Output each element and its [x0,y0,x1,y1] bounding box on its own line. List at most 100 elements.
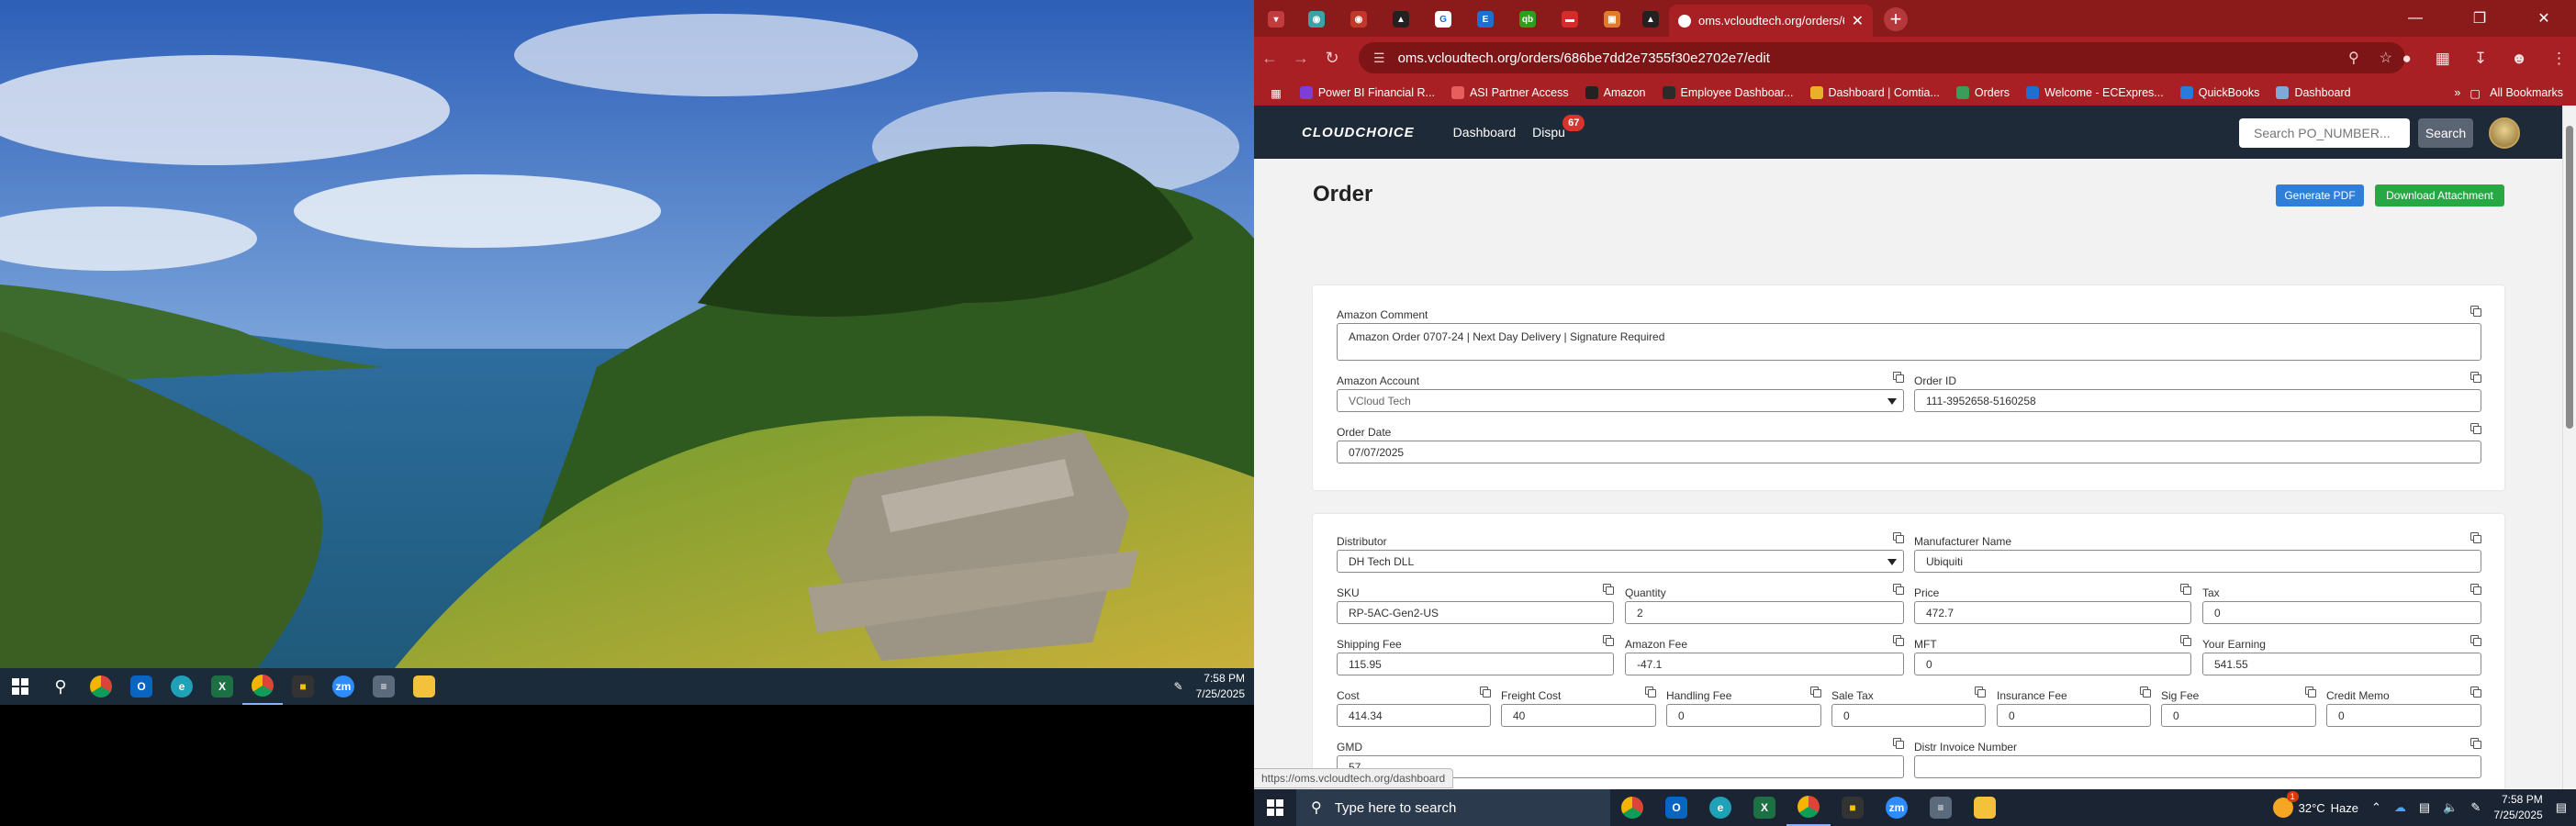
profile-icon[interactable]: ☻ [2511,50,2527,68]
download-icon[interactable]: ↧ [2474,50,2487,68]
manufacturer-input[interactable]: Ubiquiti [1914,550,2481,573]
browser-tab[interactable]: E [1467,6,1504,33]
freight-cost-input[interactable]: 40 [1501,704,1656,727]
copy-icon[interactable] [2305,686,2316,698]
weather-widget[interactable]: 1 32°C Haze [2272,791,2358,818]
your-earning-input[interactable]: 541.55 [2202,653,2481,675]
browser-tab[interactable]: ▣ [1594,6,1630,33]
scrollbar-thumb[interactable] [2566,126,2573,429]
copy-icon[interactable] [2470,306,2481,317]
taskbar-zoom[interactable]: zm [1875,789,1919,826]
chevron-up-icon[interactable]: ⌃ [2371,800,2381,815]
amazon-comment-textarea[interactable]: Amazon Order 0707-24 | Next Day Delivery… [1337,323,2481,361]
left-clock[interactable]: 7:58 PM 7/25/2025 [1196,671,1245,702]
download-attachment-button[interactable]: Download Attachment [2375,184,2504,206]
handling-fee-input[interactable]: 0 [1666,704,1821,727]
cloud-icon[interactable]: ☁ [2394,800,2406,815]
copy-icon[interactable] [1893,584,1904,595]
bookmark-item[interactable]: QuickBooks [2179,86,2259,99]
copy-icon[interactable] [2470,584,2481,595]
active-tab[interactable]: oms.vcloudtech.org/orders/68 ✕ [1669,5,1873,37]
copy-icon[interactable] [2470,686,2481,698]
browser-tab[interactable]: ▲ [1632,6,1669,33]
cost-input[interactable]: 414.34 [1337,704,1491,727]
copy-icon[interactable] [2140,686,2151,698]
star-icon[interactable]: ☆ [2380,49,2392,67]
taskbar-file-explorer[interactable] [1963,789,2007,826]
copy-icon[interactable] [2470,372,2481,383]
puzzle-icon[interactable]: ▦ [2436,50,2450,68]
shipping-fee-input[interactable]: 115.95 [1337,653,1614,675]
bookmark-item[interactable]: Dashboard [2276,86,2351,99]
taskbar-search-button[interactable]: ⚲ [40,668,81,705]
bookmark-item[interactable]: Employee Dashboar... [1662,86,1794,99]
tax-input[interactable]: 0 [2202,601,2481,624]
taskbar-excel[interactable]: X [202,668,242,705]
maximize-button[interactable]: ❐ [2447,0,2512,37]
browser-tab[interactable]: qb [1509,6,1546,33]
copy-icon[interactable] [1480,686,1491,698]
taskbar-chrome-2[interactable] [242,668,283,705]
browser-tab[interactable]: ▬ [1551,6,1588,33]
copy-icon[interactable] [1893,635,1904,646]
amazon-account-select[interactable]: VCloud Tech [1337,389,1904,412]
distr-invoice-input[interactable] [1914,755,2481,778]
quantity-input[interactable]: 2 [1625,601,1904,624]
apps-icon[interactable]: ▦ [1271,86,1282,100]
order-id-input[interactable]: 111-3952658-5160258 [1914,389,2481,412]
browser-tab[interactable]: ▲ [1383,6,1419,33]
nav-disputes[interactable]: Dispu 67 [1532,115,1585,140]
notification-icon[interactable]: ▤ [2556,800,2567,815]
bookmark-item[interactable]: Orders [1955,86,2010,99]
bookmark-item[interactable]: ASI Partner Access [1450,86,1569,99]
bookmark-item[interactable]: Dashboard | Comtia... [1809,86,1940,99]
copy-icon[interactable] [1645,686,1656,698]
copy-icon[interactable] [1603,635,1614,646]
right-clock[interactable]: 7:58 PM 7/25/2025 [2493,792,2542,823]
pen-icon[interactable]: ✎ [2470,800,2481,815]
network-icon[interactable]: ▤ [2419,800,2430,815]
close-window-button[interactable]: ✕ [2512,0,2576,37]
pen-icon[interactable]: ✎ [1174,680,1183,693]
amazon-fee-input[interactable]: -47.1 [1625,653,1904,675]
copy-icon[interactable] [2180,584,2191,595]
taskbar-zoom[interactable]: zm [323,668,364,705]
back-button[interactable]: ← [1254,49,1285,68]
distributor-select[interactable]: DH Tech DLL [1337,550,1904,573]
copy-icon[interactable] [1893,738,1904,749]
price-input[interactable]: 472.7 [1914,601,2191,624]
copy-icon[interactable] [2470,532,2481,543]
taskbar-sticky-notes[interactable]: ■ [283,668,323,705]
copy-icon[interactable] [2470,738,2481,749]
reload-button[interactable]: ↻ [1316,49,1348,68]
search-button[interactable]: Search [2418,118,2473,148]
sale-tax-input[interactable]: 0 [1831,704,1986,727]
copy-icon[interactable] [2180,635,2191,646]
copy-icon[interactable] [1810,686,1821,698]
all-bookmarks[interactable]: » ▢ All Bookmarks [2454,80,2563,106]
site-settings-icon[interactable]: ☰ [1373,50,1385,66]
browser-tab[interactable]: ◉ [1340,6,1377,33]
bookmark-item[interactable]: Power BI Financial R... [1299,86,1435,99]
taskbar-calculator[interactable]: ≡ [1919,789,1963,826]
zoom-icon[interactable]: ⚲ [2348,49,2359,67]
volume-icon[interactable]: 🔈 [2443,800,2458,815]
bookmark-item[interactable]: Welcome - ECExpres... [2026,86,2164,99]
generate-pdf-button[interactable]: Generate PDF [2276,184,2364,206]
copy-icon[interactable] [1603,584,1614,595]
taskbar-outlook[interactable]: O [1654,789,1698,826]
copy-icon[interactable] [1893,532,1904,543]
nav-dashboard[interactable]: Dashboard [1453,125,1517,140]
taskbar-edge[interactable]: e [162,668,202,705]
browser-tab[interactable]: G [1425,6,1462,33]
copy-icon[interactable] [1975,686,1986,698]
tab-search-button[interactable]: ▾ [1258,6,1294,33]
credit-memo-input[interactable]: 0 [2326,704,2481,727]
taskbar-calculator[interactable]: ≡ [364,668,404,705]
avatar[interactable] [2489,117,2520,149]
bookmark-item[interactable]: Amazon [1585,86,1646,99]
copy-icon[interactable] [1893,372,1904,383]
address-bar[interactable]: ☰ oms.vcloudtech.org/orders/686be7dd2e73… [1359,42,2405,73]
po-search-input[interactable] [2239,118,2410,148]
start-button[interactable] [0,668,40,705]
